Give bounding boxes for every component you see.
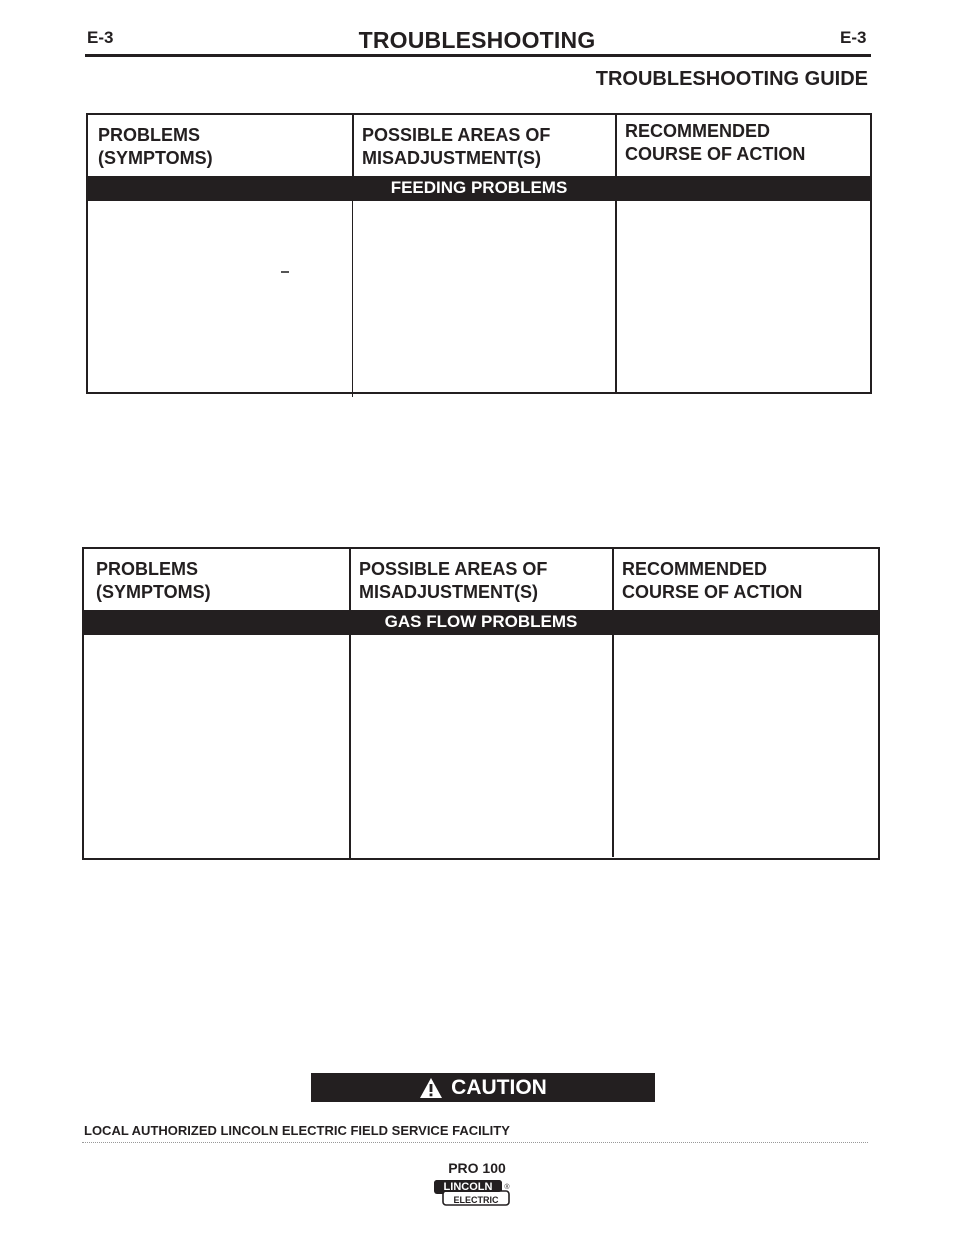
misadjustments-cell	[351, 635, 612, 858]
registered-mark: ®	[504, 1183, 510, 1191]
column-header-misadjustments: POSSIBLE AREAS OF MISADJUSTMENT(S)	[359, 559, 548, 602]
column-divider	[352, 201, 353, 397]
course-of-action-cell	[614, 635, 878, 858]
stray-dash-mark	[281, 271, 289, 273]
problems-cell	[84, 635, 349, 858]
lincoln-electric-logo: LINCOLN ELECTRIC ®	[433, 1179, 513, 1207]
section-band-feeding-problems: FEEDING PROBLEMS	[88, 176, 870, 201]
column-header-misadjustments: POSSIBLE AREAS OF MISADJUSTMENT(S)	[362, 125, 551, 168]
column-divider	[612, 549, 614, 610]
column-header-course-of-action: RECOMMENDED COURSE OF ACTION	[625, 121, 806, 164]
feeding-problems-table: PROBLEMS (SYMPTOMS) POSSIBLE AREAS OF MI…	[86, 113, 872, 397]
footer-dotted-rule	[82, 1142, 868, 1143]
misadjustments-cell	[354, 201, 615, 392]
column-divider	[615, 115, 617, 176]
column-divider	[352, 115, 354, 176]
warning-triangle-icon	[419, 1077, 443, 1099]
caution-label: CAUTION	[451, 1075, 547, 1099]
problems-cell	[88, 201, 352, 392]
page-title: TROUBLESHOOTING	[358, 27, 596, 53]
caution-banner: CAUTION	[311, 1073, 655, 1102]
section-band-gas-flow-problems: GAS FLOW PROBLEMS	[84, 610, 878, 635]
title-rule	[85, 54, 871, 57]
page-code-right: E-3	[840, 28, 867, 47]
column-header-problems: PROBLEMS (SYMPTOMS)	[96, 559, 211, 602]
model-name: PRO 100	[448, 1160, 506, 1176]
section-title: TROUBLESHOOTING GUIDE	[595, 68, 868, 90]
logo-lincoln-text: LINCOLN	[444, 1181, 493, 1193]
course-of-action-cell	[617, 201, 870, 392]
column-header-problems: PROBLEMS (SYMPTOMS)	[98, 125, 213, 168]
column-header-course-of-action: RECOMMENDED COURSE OF ACTION	[622, 559, 803, 602]
logo-electric-text: ELECTRIC	[454, 1195, 500, 1205]
column-divider	[349, 549, 351, 610]
gas-flow-problems-table: PROBLEMS (SYMPTOMS) POSSIBLE AREAS OF MI…	[82, 547, 880, 860]
field-service-facility-text: LOCAL AUTHORIZED LINCOLN ELECTRIC FIELD …	[84, 1123, 510, 1138]
